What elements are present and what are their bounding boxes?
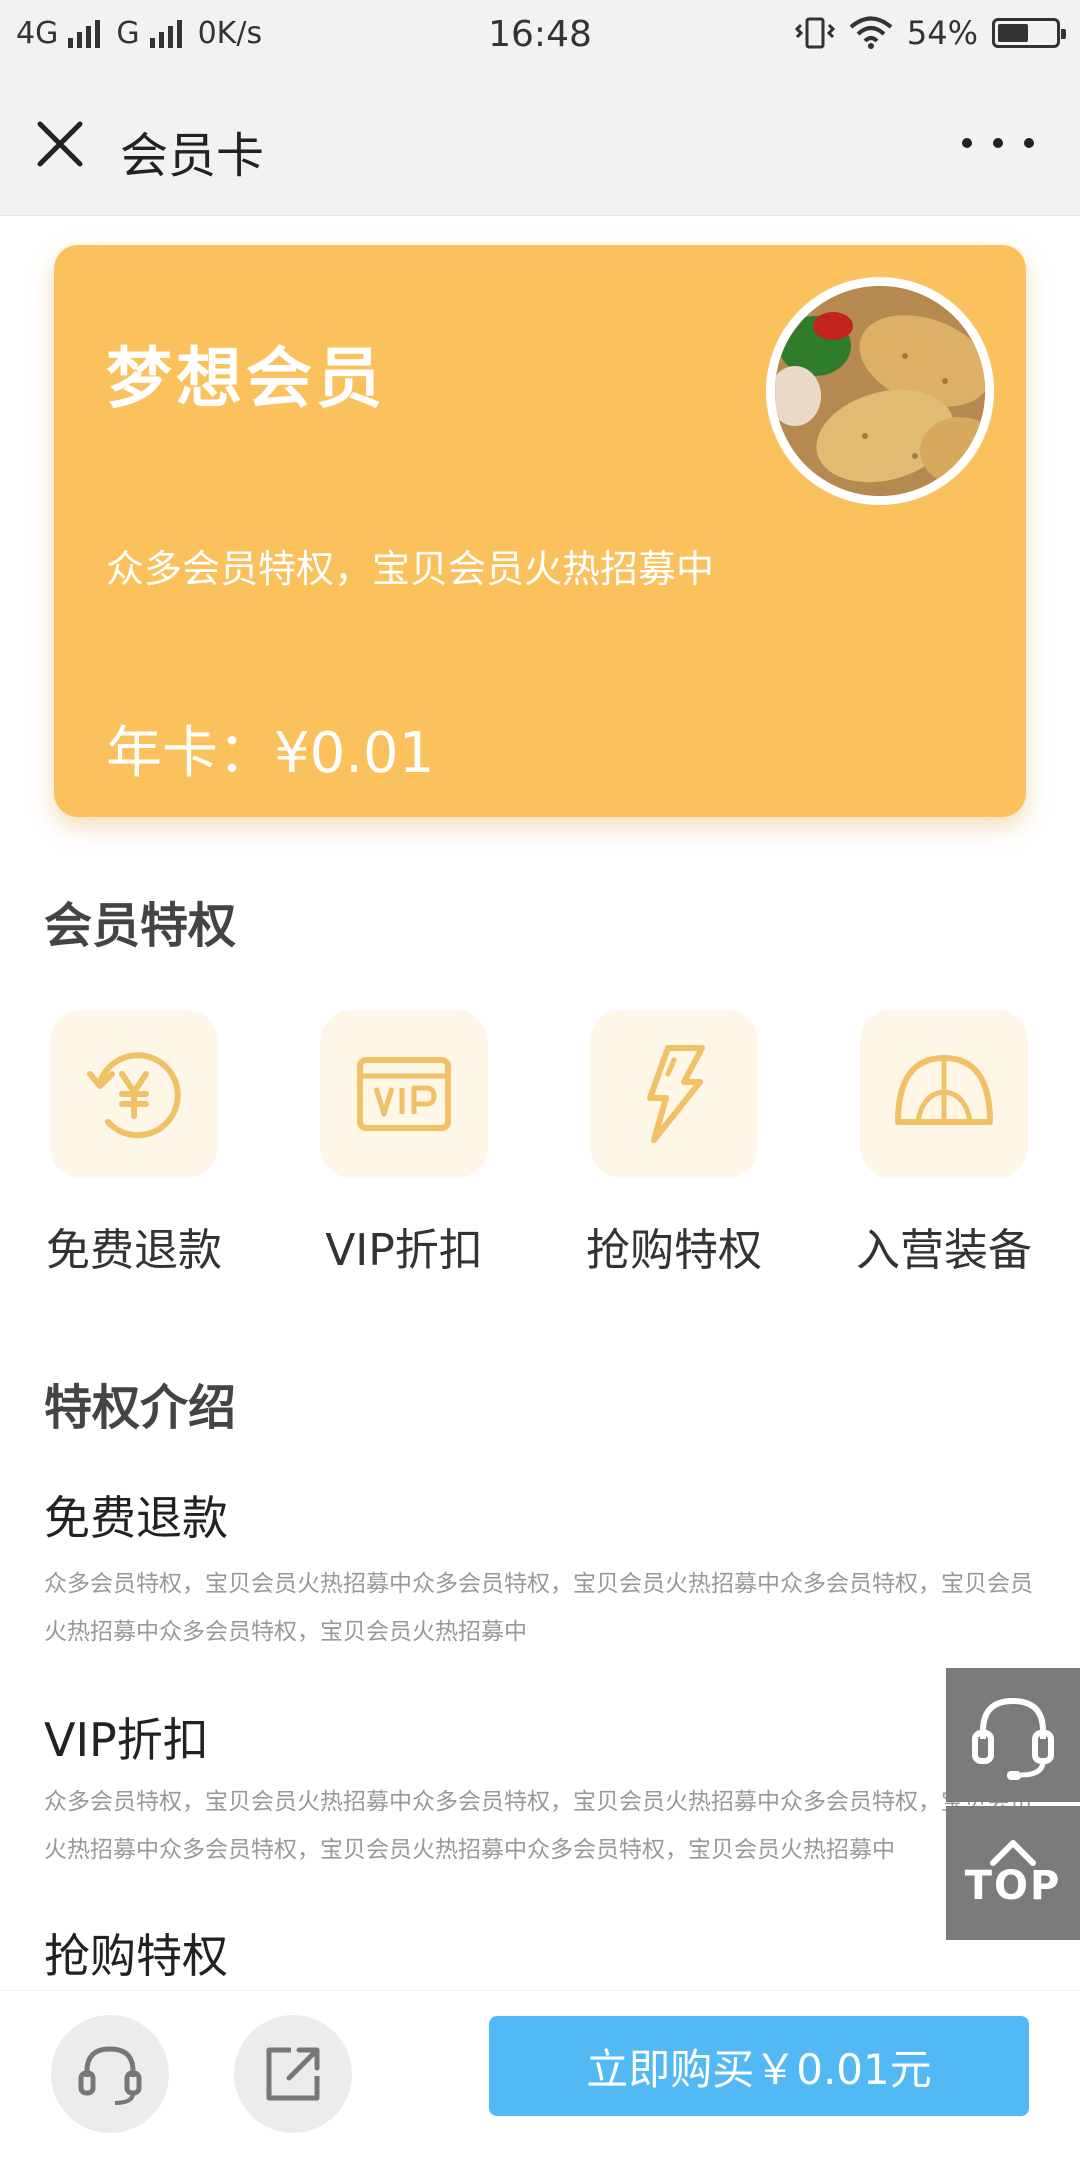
share-button[interactable]: [234, 2015, 352, 2133]
page-title: 会员卡: [120, 128, 265, 184]
close-icon[interactable]: [32, 116, 88, 172]
intro-heading: 免费退款: [44, 1491, 228, 1545]
privileges-grid: 免费退款 VIP折扣 抢购特权 入营装备: [0, 1010, 1080, 1280]
battery-level: [998, 24, 1029, 42]
vibrate-icon: [794, 17, 835, 49]
status-right: 54%: [794, 14, 1066, 52]
battery-icon: [992, 18, 1066, 48]
card-price: 年卡：¥0.01: [106, 721, 435, 786]
privilege-label: VIP折扣: [325, 1225, 483, 1276]
potato-image: [775, 286, 985, 496]
intro-heading: 抢购特权: [44, 1929, 228, 1983]
bottom-bar: 立即购买￥0.01元: [0, 1990, 1080, 2160]
vip-icon: [320, 1010, 488, 1178]
top-label: TOP: [964, 1863, 1062, 1909]
buy-now-button[interactable]: 立即购买￥0.01元: [489, 2016, 1029, 2116]
intro-text: 众多会员特权，宝贝会员火热招募中众多会员特权，宝贝会员火热招募中众多会员特权，宝…: [44, 1571, 1033, 1645]
nav-bar: 会员卡: [0, 72, 1080, 216]
privilege-camp-gear[interactable]: 入营装备: [844, 1010, 1044, 1278]
back-to-top-button[interactable]: TOP: [946, 1806, 1080, 1940]
card-title: 梦想会员: [106, 340, 386, 417]
lightning-icon: [590, 1010, 758, 1178]
service-button[interactable]: [51, 2015, 169, 2133]
intro-title: 特权介绍: [44, 1380, 237, 1436]
share-icon: [266, 2047, 320, 2101]
privilege-label: 免费退款: [46, 1225, 222, 1276]
status-bar: 4G G 0K/s 16:48 54%: [0, 0, 1080, 72]
privileges-title: 会员特权: [44, 898, 237, 954]
battery-percent: 54%: [906, 14, 978, 52]
member-card: 梦想会员 众多会员特权，宝贝会员火热招募中 年卡：¥0.01: [54, 245, 1026, 817]
more-icon[interactable]: [962, 128, 1034, 158]
headset-icon: [78, 2046, 142, 2105]
customer-service-button[interactable]: [946, 1668, 1080, 1802]
refund-icon: [50, 1010, 218, 1178]
intro-heading: VIP折扣: [44, 1713, 209, 1767]
privilege-label: 入营装备: [856, 1225, 1032, 1276]
headset-icon: [972, 1697, 1054, 1780]
privilege-vip[interactable]: VIP折扣: [304, 1010, 504, 1278]
card-description: 众多会员特权，宝贝会员火热招募中: [106, 547, 715, 591]
wifi-icon: [849, 16, 893, 49]
tent-icon: [860, 1010, 1028, 1178]
privilege-label: 抢购特权: [586, 1225, 762, 1276]
intro-text: 众多会员特权，宝贝会员火热招募中众多会员特权，宝贝会员火热招募中众多会员特权，宝…: [44, 1789, 1033, 1863]
card-photo: [766, 277, 994, 505]
privilege-refund[interactable]: 免费退款: [34, 1010, 234, 1278]
privilege-flash-sale[interactable]: 抢购特权: [574, 1010, 774, 1278]
